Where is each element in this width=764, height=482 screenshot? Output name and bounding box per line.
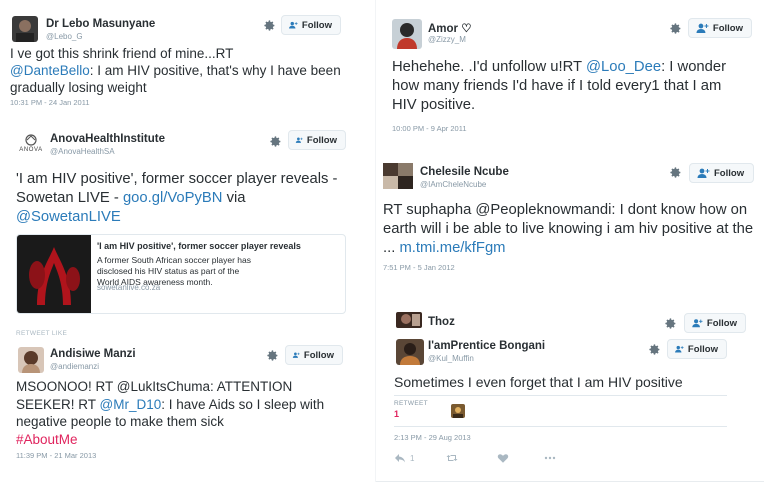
person-plus-icon [696,168,710,178]
more-button[interactable] [544,451,556,465]
mention-link[interactable]: @Mr_D10 [100,397,162,412]
mention-link[interactable]: @Loo_Dee [586,59,661,75]
avatar[interactable] [396,339,424,365]
timestamp[interactable]: 2:13 PM - 29 Aug 2013 [394,433,471,442]
follow-button[interactable]: Follow [689,163,754,183]
tweet-text: MSOONOO! RT @LukItsChuma: ATTENTION SEEK… [16,378,336,448]
tweet-text: Sometimes I even forget that I am HIV po… [394,374,683,390]
follow-button[interactable]: Follow [684,313,746,333]
avatar-text: ANOVA [19,147,43,153]
username[interactable]: @Kul_Muffin [428,354,474,363]
follow-button[interactable]: Follow [667,339,727,359]
tweet-chelesile: Chelesile Ncube @IAmCheleNcube Follow RT… [380,157,760,277]
column-divider [375,0,376,482]
tweet-text: 'I am HIV positive', former soccer playe… [16,170,348,227]
avatar[interactable]: ANOVA [16,132,46,156]
display-name[interactable]: Chelesile Ncube [420,166,509,178]
follow-label: Follow [714,167,745,179]
follow-label: Follow [306,134,337,146]
display-name[interactable]: Dr Lebo Masunyane [46,18,155,30]
display-name[interactable]: Amor ♡ [428,21,472,35]
tweet-text-part: via [222,190,246,206]
tweet-lebo: Dr Lebo Masunyane @Lebo_G Follow I ve go… [10,10,355,115]
timestamp[interactable]: 7:51 PM - 5 Jan 2012 [383,263,455,272]
person-plus-icon [695,23,709,33]
gear-icon[interactable] [263,19,276,32]
follow-button[interactable]: Follow [288,130,346,150]
timestamp[interactable]: 10:00 PM - 9 Apr 2011 [392,124,467,133]
mention-link[interactable]: @SowetanLIVE [16,209,121,225]
follow-button[interactable]: Follow [281,15,341,35]
retweeter-avatar[interactable] [451,404,465,418]
tweet-text: I ve got this shrink friend of mine...RT… [10,45,350,96]
gear-icon[interactable] [266,349,279,362]
person-plus-icon [292,350,300,360]
gear-icon[interactable] [269,135,282,148]
username[interactable]: @Zizzy_M [428,35,466,44]
tweet-text-part: Hehehehe. .I'd unfollow u!RT [392,59,582,75]
gear-icon[interactable] [669,166,682,179]
divider [394,395,727,396]
person-plus-icon [674,344,684,354]
divider [394,426,727,427]
reply-count: 1 [410,453,415,463]
timestamp[interactable]: 10:31 PM - 24 Jan 2011 [10,98,90,107]
person-plus-icon [295,135,303,145]
tweet-text-part: I ve got this shrink friend of mine...RT [10,46,234,61]
gear-icon[interactable] [669,22,682,35]
gear-icon[interactable] [648,343,661,356]
url-link[interactable]: goo.gl/VoPyBN [123,190,223,206]
follow-label: Follow [303,349,334,361]
username[interactable]: @IAmCheleNcube [420,180,486,189]
hashtag-link[interactable]: #AboutMe [16,432,78,447]
card-image [17,235,91,313]
heart-icon [497,454,509,463]
nested-tweet-bongani: I'amPrentice Bongani @Kul_Muffin Follow … [388,335,733,470]
tweet-amor: Amor ♡ @Zizzy_M Follow Hehehehe. .I'd un… [388,10,760,135]
username[interactable]: @Lebo_G [46,32,83,41]
follow-button[interactable]: Follow [688,18,752,38]
card-title: 'I am HIV positive', former soccer playe… [97,241,301,251]
url-link[interactable]: m.tmi.me/kfFgm [399,240,505,256]
follow-label: Follow [687,343,718,355]
follow-label: Follow [301,19,332,31]
tweet-anova: ANOVA AnovaHealthInstitute @AnovaHealthS… [10,124,355,342]
retweet-icon [446,455,458,461]
card-domain: sowetanlive.co.za [97,283,161,292]
tweet-andisiwe: Andisiwe Manzi @andiemanzi Follow MSOONO… [10,342,355,472]
reply-button[interactable]: 1 [394,451,414,465]
avatar[interactable] [12,16,38,42]
avatar[interactable] [392,19,422,49]
more-icon [544,456,556,460]
tweet-thoz: Thoz Follow I'amPrentice Bongani @Kul_Mu… [388,305,760,475]
avatar[interactable] [18,347,44,373]
display-name[interactable]: Andisiwe Manzi [50,348,136,360]
display-name[interactable]: Thoz [428,316,455,328]
tweet-text: Hehehehe. .I'd unfollow u!RT @Loo_Dee: I… [392,58,742,115]
follow-label: Follow [712,22,743,34]
retweet-label[interactable]: RETWEET [394,400,428,407]
reply-icon [395,454,405,463]
follow-label: Follow [706,317,737,329]
timestamp[interactable]: 11:39 PM - 21 Mar 2013 [16,451,96,460]
tweet-actions: 1 [394,451,594,465]
avatar[interactable] [383,163,413,189]
gear-icon[interactable] [664,317,677,330]
cut-off-stats: RETWEET LIKE [16,330,68,335]
avatar[interactable] [396,312,422,328]
retweet-button[interactable] [446,451,458,465]
link-card[interactable]: 'I am HIV positive', former soccer playe… [16,234,346,314]
person-plus-icon [691,318,703,328]
retweet-count[interactable]: 1 [394,409,399,419]
like-button[interactable] [497,451,509,465]
display-name[interactable]: AnovaHealthInstitute [50,133,165,145]
tweet-text: RT suphapha @Peopleknowmandi: I dont kno… [383,201,755,258]
username[interactable]: @andiemanzi [50,362,99,371]
follow-button[interactable]: Follow [285,345,343,365]
mention-link[interactable]: @DanteBello [10,63,90,78]
username[interactable]: @AnovaHealthSA [50,147,115,156]
display-name[interactable]: I'amPrentice Bongani [428,340,545,352]
person-plus-icon [288,20,298,30]
